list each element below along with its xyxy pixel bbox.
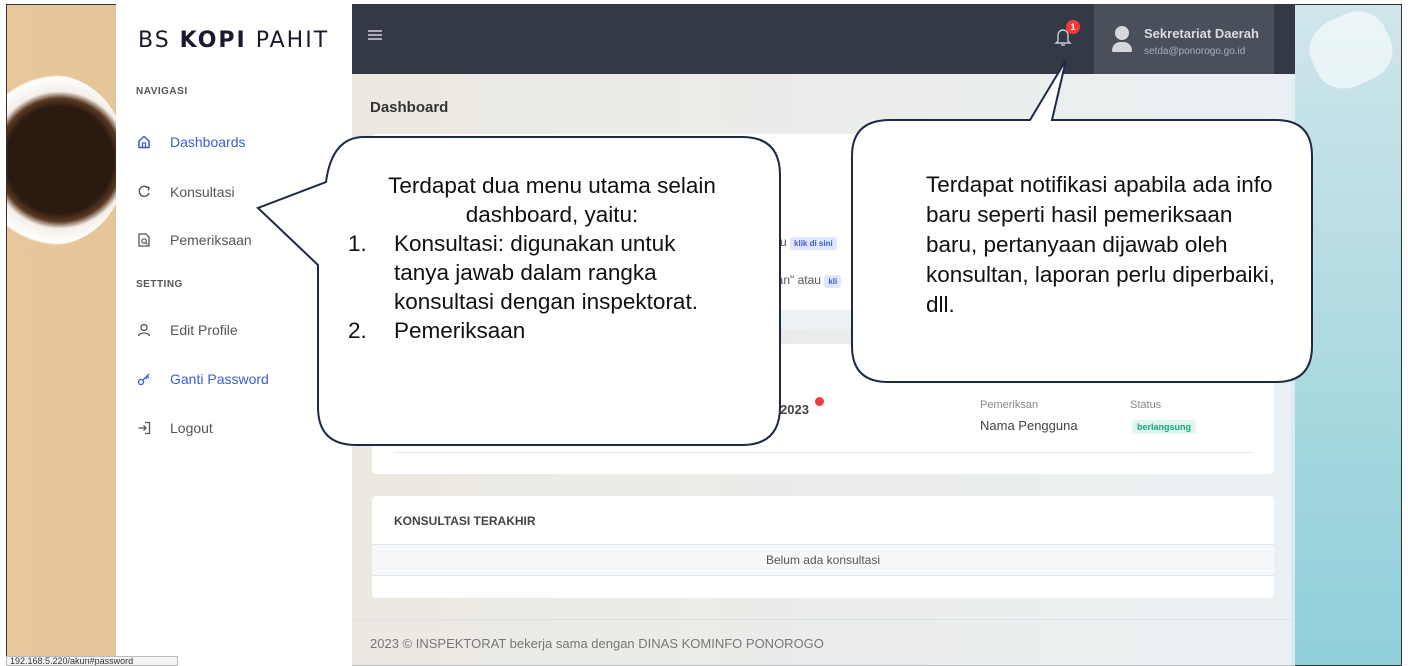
sidebar-item-label: Ganti Password [170, 371, 269, 387]
avatar [1112, 26, 1132, 52]
row-divider [394, 452, 1252, 453]
status-bar-url: 192.168.5.220/akun#password [6, 656, 178, 666]
key-icon [136, 371, 152, 387]
brand-text-1: BS [138, 28, 171, 53]
brand-text-3: PAHIT [255, 28, 330, 53]
sidebar-item-label: Edit Profile [170, 322, 238, 338]
notification-badge: 1 [1066, 20, 1080, 34]
user-menu[interactable]: Sekretariat Daerah setda@ponorogo.go.id [1094, 4, 1274, 74]
pemeriksaan-card: 2023 Pemeriksan Nama Pengguna Status ber… [372, 344, 1274, 474]
topbar: 1 Sekretariat Daerah setda@ponorogo.go.i… [352, 4, 1295, 74]
notification-button[interactable]: 1 [1054, 20, 1080, 48]
info-text-2: aan" atau [770, 273, 821, 287]
footer-divider [352, 619, 1295, 620]
pemeriksaan-year: 2023 [780, 402, 809, 417]
info-line-2: aan" atau kli [770, 273, 842, 288]
pemeriksan-label: Pemeriksan [980, 399, 1039, 411]
konsultasi-empty-state: Belum ada konsultasi [372, 544, 1274, 576]
sidebar-item-ganti-password[interactable]: Ganti Password [136, 371, 269, 387]
info-line-1: tau klik di sini [770, 235, 837, 250]
status-badge: berlangsung [1132, 420, 1197, 434]
pemeriksaan-new-dot [815, 397, 824, 406]
status-label: Status [1130, 399, 1162, 411]
background-decoration [1291, 5, 1401, 665]
sidebar: BS KOPI PAHIT NAVIGASI Dashboards Konsul… [116, 4, 352, 666]
konsultasi-card: KONSULTASI TERAKHIR Belum ada konsultasi [372, 496, 1274, 598]
page-title: Dashboard [370, 99, 449, 116]
info-link-1[interactable]: klik di sini [790, 237, 837, 250]
user-icon [136, 322, 152, 338]
sidebar-item-pemeriksaan[interactable]: Pemeriksaan [136, 232, 252, 248]
logout-icon [136, 420, 152, 436]
brand-logo[interactable]: BS KOPI PAHIT [138, 28, 329, 53]
sidebar-item-konsultasi[interactable]: Konsultasi [136, 184, 235, 200]
coffee-cup-decoration [7, 75, 127, 245]
sidebar-item-logout[interactable]: Logout [136, 420, 213, 436]
main-content: Dashboard tau klik di sini aan" atau kli… [352, 74, 1295, 666]
refresh-icon [136, 184, 152, 200]
footer: 2023 © INSPEKTORAT bekerja sama dengan D… [370, 636, 824, 651]
glasses-decoration [1299, 5, 1401, 99]
sidebar-item-label: Logout [170, 420, 213, 436]
sidebar-item-label: Dashboards [170, 134, 246, 150]
sidebar-item-dashboards[interactable]: Dashboards [136, 134, 246, 150]
user-email: setda@ponorogo.go.id [1144, 46, 1246, 57]
pemeriksan-value: Nama Pengguna [980, 418, 1078, 433]
document-search-icon [136, 232, 152, 248]
sidebar-item-edit-profile[interactable]: Edit Profile [136, 322, 238, 338]
user-name: Sekretariat Daerah [1144, 26, 1259, 41]
info-link-2[interactable]: kli [824, 275, 842, 288]
home-icon [136, 134, 152, 150]
nav-section-title: NAVIGASI [136, 86, 188, 97]
brand-text-2: KOPI [179, 28, 247, 53]
info-card: tau klik di sini aan" atau kli [372, 134, 1274, 330]
sidebar-item-label: Konsultasi [170, 184, 235, 200]
info-text-1: tau [770, 235, 787, 249]
konsultasi-title: KONSULTASI TERAKHIR [394, 514, 536, 528]
info-card-footer [372, 310, 1274, 330]
sidebar-item-label: Pemeriksaan [170, 232, 252, 248]
menu-toggle-icon[interactable] [368, 30, 382, 40]
setting-section-title: SETTING [136, 279, 183, 290]
